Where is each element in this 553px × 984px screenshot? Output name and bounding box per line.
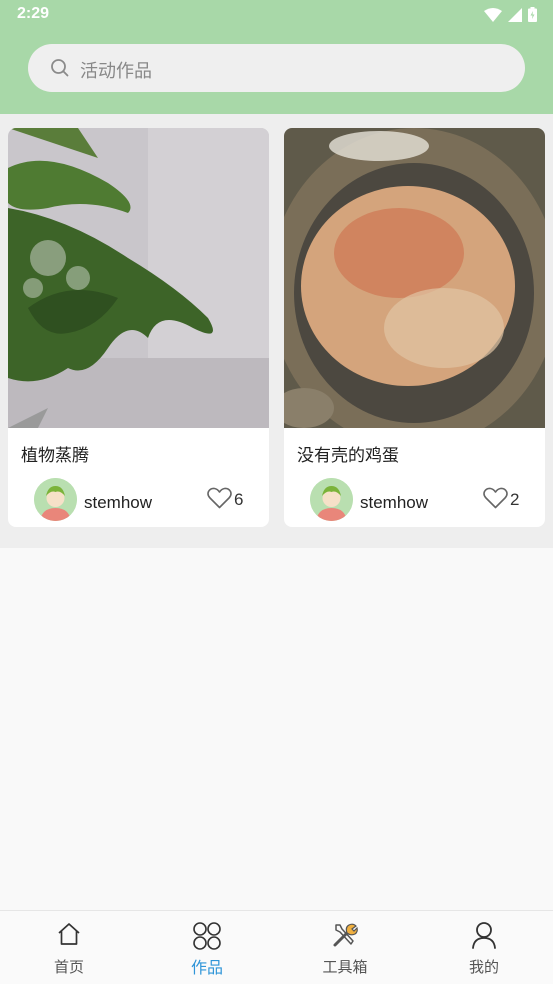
works-grid-icon: [193, 922, 221, 950]
battery-icon: [528, 7, 537, 22]
nav-item-home[interactable]: 首页: [0, 911, 138, 984]
search-placeholder: 活动作品: [80, 61, 152, 82]
status-icons: [484, 7, 537, 22]
work-title[interactable]: 没有壳的鸡蛋: [297, 441, 399, 466]
nav-label: 作品: [190, 958, 223, 977]
search-input[interactable]: 活动作品: [28, 44, 525, 92]
work-image-plant[interactable]: [8, 128, 269, 428]
avatar-image: [34, 478, 77, 521]
like-count: 6: [234, 490, 244, 509]
profile-icon: [472, 922, 496, 949]
signal-icon: [508, 7, 522, 22]
nav-label: 工具箱: [322, 958, 368, 976]
toolbox-icon: [333, 923, 358, 947]
work-card[interactable]: 植物蒸腾 stemhow 6: [8, 128, 269, 527]
nav-item-works[interactable]: 作品: [138, 911, 276, 984]
avatar[interactable]: [34, 478, 77, 521]
work-card[interactable]: 没有壳的鸡蛋 stemhow 2: [284, 128, 545, 527]
heart-icon[interactable]: [483, 487, 508, 509]
work-image-egg[interactable]: [284, 128, 545, 428]
status-time: 2:29: [17, 5, 50, 22]
nav-label: 我的: [468, 958, 499, 976]
nav-label: 首页: [53, 958, 84, 976]
author-name[interactable]: stemhow: [84, 493, 152, 513]
status-bar: 2:29: [0, 0, 553, 30]
avatar-image: [310, 478, 353, 521]
author-name[interactable]: stemhow: [360, 493, 428, 513]
wifi-icon: [484, 7, 502, 22]
bottom-nav: 首页 作品 工具箱 我的: [0, 910, 553, 984]
search-icon: [51, 59, 69, 77]
home-icon: [58, 923, 80, 945]
app-header: 2:29 活动作品: [0, 0, 553, 114]
like-count: 2: [510, 490, 520, 509]
nav-item-profile[interactable]: 我的: [415, 911, 553, 984]
work-title[interactable]: 植物蒸腾: [21, 441, 89, 466]
avatar[interactable]: [310, 478, 353, 521]
heart-icon[interactable]: [207, 487, 232, 509]
nav-item-toolbox[interactable]: 工具箱: [276, 911, 414, 984]
